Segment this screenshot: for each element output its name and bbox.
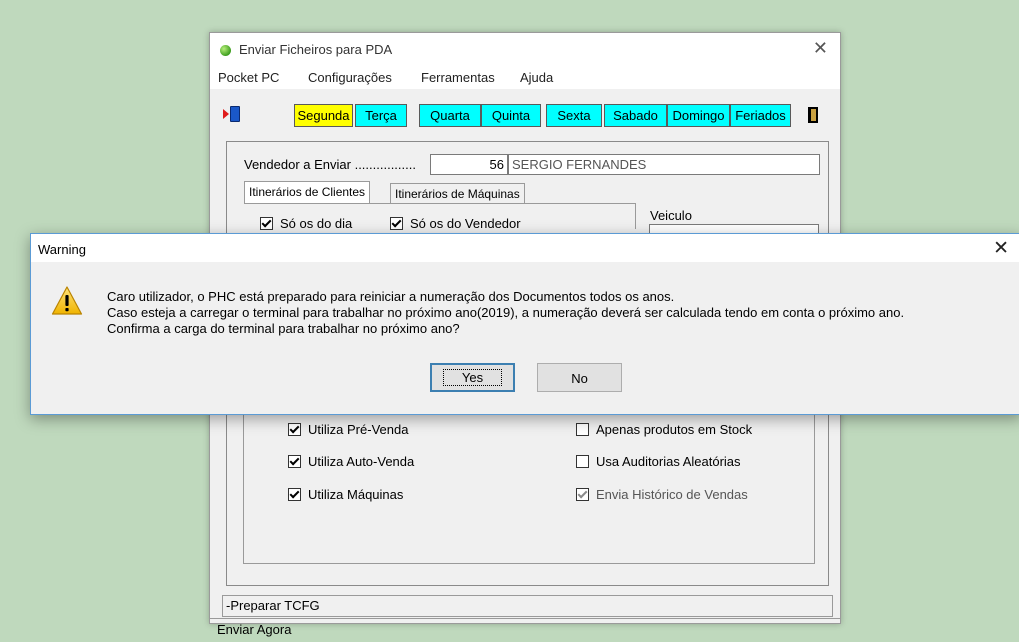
preparar-tcfg-section: -Preparar TCFG [222,595,833,617]
option-pre-venda[interactable]: Utiliza Pré-Venda [288,421,408,437]
checkbox-label: Só os do dia [280,216,353,232]
checkbox-label: Utiliza Auto-Venda [308,454,415,470]
checkbox[interactable] [576,423,589,437]
message-line: Caso esteja a carregar o terminal para t… [107,305,905,320]
options-panel: Utiliza Pré-Venda Utiliza Auto-Venda Uti… [243,407,815,564]
exit-door-icon[interactable] [808,107,818,123]
menu-ajuda[interactable]: Ajuda [520,70,553,85]
no-button-label: No [571,371,588,386]
checkbox[interactable] [576,455,589,469]
app-titlebar: Enviar Ficheiros para PDA ✕ [210,33,840,65]
toolbar: Segunda Terça Quarta Quinta Sexta Sabado… [210,95,840,127]
checkbox[interactable] [288,488,301,502]
checkbox-label: Usa Auditorias Aleatórias [596,454,741,470]
vendor-code-field[interactable]: 56 [430,154,508,175]
status-bar[interactable]: Enviar Agora [210,618,840,642]
vendor-name-field: SERGIO FERNANDES [508,154,820,175]
menu-pocket-pc[interactable]: Pocket PC [218,70,279,85]
checkbox[interactable] [260,217,273,231]
vendor-label: Vendedor a Enviar ................. [244,157,416,172]
menu-configuracoes[interactable]: Configurações [308,70,392,85]
checkbox-label: Só os do Vendedor [410,216,521,232]
day-button-domingo[interactable]: Domingo [667,104,730,127]
checkbox[interactable] [288,455,301,469]
tab-itinerarios-maquinas[interactable]: Itinerários de Máquinas [390,183,525,204]
checkbox-label: Utiliza Máquinas [308,487,404,503]
option-apenas-stock[interactable]: Apenas produtos em Stock [576,421,752,437]
warning-dialog: Warning ✕ Caro utilizador, o PHC está pr… [30,233,1019,415]
checkbox-label: Utiliza Pré-Venda [308,422,409,438]
app-icon [220,45,231,56]
day-button-sabado[interactable]: Sabado [604,104,667,127]
veiculo-label: Veiculo [650,208,692,223]
checkbox-label: Envia Histórico de Vendas [596,487,748,503]
option-auto-venda[interactable]: Utiliza Auto-Venda [288,453,414,469]
app-title: Enviar Ficheiros para PDA [239,42,393,57]
checkbox [576,488,589,502]
day-button-feriados[interactable]: Feriados [730,104,791,127]
close-icon[interactable]: ✕ [813,38,828,59]
send-to-pda-icon[interactable] [223,106,241,122]
menubar: Pocket PC Configurações Ferramentas Ajud… [210,65,840,89]
no-button[interactable]: No [537,363,622,392]
yes-button-label: Yes [442,369,503,386]
dialog-message: Caro utilizador, o PHC está preparado pa… [107,289,904,337]
warning-triangle-icon [51,286,83,315]
menu-ferramentas[interactable]: Ferramentas [421,70,495,85]
day-button-segunda[interactable]: Segunda [294,104,353,127]
checkbox[interactable] [288,423,301,437]
option-maquinas[interactable]: Utiliza Máquinas [288,486,403,502]
day-button-sexta[interactable]: Sexta [546,104,602,127]
message-line: Caro utilizador, o PHC está preparado pa… [107,289,675,304]
filter-so-do-vendedor[interactable]: Só os do Vendedor [390,215,521,231]
filter-so-do-dia[interactable]: Só os do dia [260,215,352,231]
option-auditorias[interactable]: Usa Auditorias Aleatórias [576,453,741,469]
day-button-quarta[interactable]: Quarta [419,104,481,127]
close-icon[interactable]: ✕ [993,237,1009,260]
dialog-title: Warning [38,242,86,257]
dialog-titlebar: Warning ✕ [31,234,1019,262]
day-button-quinta[interactable]: Quinta [481,104,541,127]
option-historico: Envia Histórico de Vendas [576,486,748,502]
day-button-terca[interactable]: Terça [355,104,407,127]
checkbox[interactable] [390,217,403,231]
tab-itinerarios-clientes[interactable]: Itinerários de Clientes [244,181,371,204]
yes-button[interactable]: Yes [430,363,515,392]
checkbox-label: Apenas produtos em Stock [596,422,753,438]
message-line: Confirma a carga do terminal para trabal… [107,321,460,336]
